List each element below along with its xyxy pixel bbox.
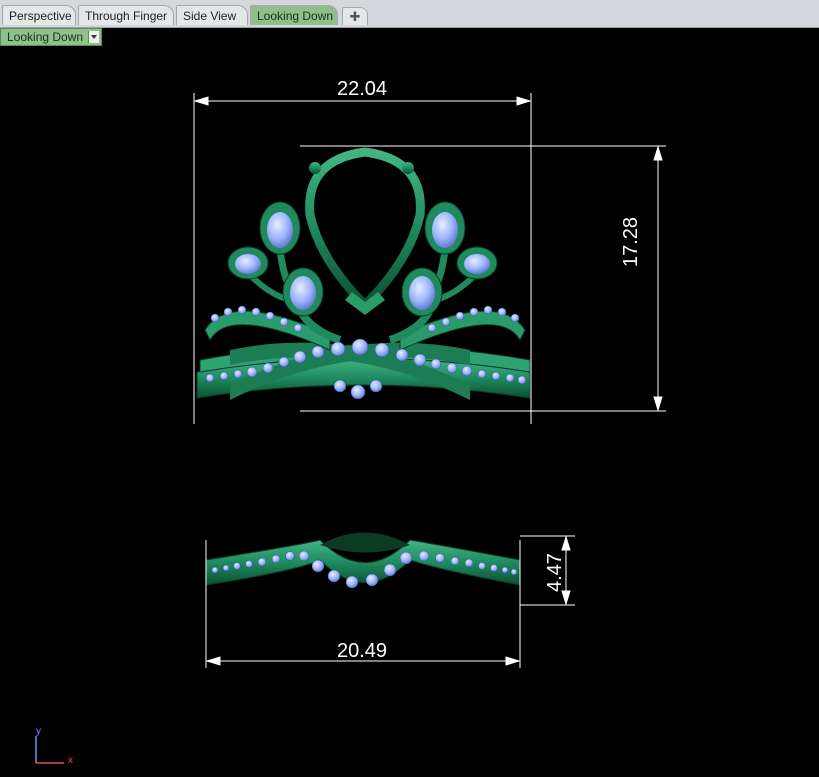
viewport-canvas[interactable]: 22.04 17.28 20.49 4.47 bbox=[0, 47, 819, 777]
ring-top-view bbox=[205, 532, 521, 589]
axis-x-label: x bbox=[68, 755, 73, 766]
dimension-front-width: 22.04 bbox=[337, 78, 388, 100]
tab-side-view[interactable]: Side View bbox=[176, 5, 248, 25]
viewport-tab-bar: Perspective Through Finger Side View Loo… bbox=[0, 0, 819, 28]
dimension-top-width: 20.49 bbox=[337, 640, 388, 662]
tab-through-finger[interactable]: Through Finger bbox=[78, 5, 174, 25]
plus-icon: ✚ bbox=[349, 9, 361, 24]
viewport-label-text: Looking Down bbox=[7, 30, 84, 44]
tab-looking-down[interactable]: Looking Down bbox=[250, 5, 338, 25]
dimension-top-height: 4.47 bbox=[544, 553, 566, 592]
ring-drawing bbox=[35, 93, 666, 764]
viewport-label[interactable]: Looking Down bbox=[0, 28, 102, 46]
add-tab-button[interactable]: ✚ bbox=[342, 7, 368, 25]
axis-y-label: y bbox=[36, 726, 41, 737]
dimension-front-height: 17.28 bbox=[620, 216, 642, 267]
triangle-down-icon[interactable] bbox=[88, 31, 99, 43]
tab-perspective[interactable]: Perspective bbox=[2, 5, 76, 25]
axis-indicator bbox=[35, 736, 64, 764]
ring-front-view bbox=[196, 147, 531, 400]
